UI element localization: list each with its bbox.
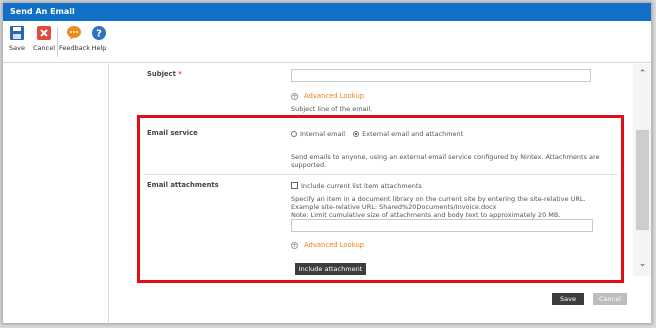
subject-label: Subject *: [147, 70, 182, 78]
ribbon-feedback-label: Feedback: [59, 44, 90, 52]
feedback-icon: [66, 25, 82, 41]
subject-input[interactable]: [291, 69, 591, 82]
footer-save-button[interactable]: Save: [552, 293, 584, 305]
attachment-url-input[interactable]: [291, 219, 593, 232]
checkbox-box[interactable]: [291, 182, 298, 189]
ribbon-feedback-button[interactable]: Feedback: [59, 25, 90, 52]
email-service-label: Email service: [147, 129, 198, 137]
radio-internal-email[interactable]: Internal email: [291, 130, 345, 138]
email-service-desc-2: supported.: [291, 161, 327, 169]
ribbon-cancel-button[interactable]: Cancel: [33, 25, 55, 52]
radio-external-indicator[interactable]: [353, 131, 360, 137]
radio-internal-indicator[interactable]: [291, 131, 297, 137]
required-mark: *: [178, 70, 182, 78]
include-attachment-button[interactable]: Include attachment: [295, 263, 366, 275]
left-panel: [3, 64, 109, 323]
save-icon: [9, 25, 25, 41]
checkbox-label: Include current list item attachments: [301, 182, 422, 190]
plus-circle-icon: +: [291, 242, 298, 249]
email-service-desc-1: Send emails to anyone, using an external…: [291, 153, 600, 161]
subject-advanced-lookup[interactable]: + Advanced Lookup: [291, 92, 364, 100]
radio-external-label: External email and attachment: [362, 130, 464, 138]
email-attachments-label: Email attachments: [147, 181, 219, 189]
footer-cancel-button[interactable]: Cancel: [593, 293, 627, 305]
include-list-attachments-checkbox[interactable]: Include current list item attachments: [291, 182, 422, 191]
help-icon: ?: [91, 25, 107, 41]
chevron-down-icon[interactable]: ⌄: [638, 260, 647, 269]
subject-lookup-label: Advanced Lookup: [304, 92, 365, 100]
radio-internal-label: Internal email: [300, 130, 346, 138]
ribbon-toolbar: Save Cancel Feedback ? Help: [3, 21, 651, 63]
cancel-icon: [36, 25, 52, 41]
email-service-options: Internal email External email and attach…: [291, 130, 463, 139]
plus-circle-icon: +: [291, 93, 298, 100]
section-divider: [143, 174, 618, 175]
subject-label-text: Subject: [147, 70, 176, 78]
ribbon-help-label: Help: [91, 44, 107, 52]
vertical-scrollbar[interactable]: ⌃ ⌄: [633, 64, 651, 276]
radio-external-email[interactable]: External email and attachment: [353, 130, 463, 138]
ribbon-save-label: Save: [9, 44, 25, 52]
attachment-advanced-lookup[interactable]: + Advanced Lookup: [291, 241, 364, 249]
attachment-lookup-label: Advanced Lookup: [304, 241, 365, 249]
dialog-title: Send An Email: [3, 3, 651, 21]
subject-hint: Subject line of the email.: [291, 105, 373, 113]
chevron-up-icon[interactable]: ⌃: [638, 70, 647, 79]
svg-text:?: ?: [96, 29, 102, 40]
ribbon-save-button[interactable]: Save: [9, 25, 25, 52]
ribbon-separator: [57, 27, 58, 57]
scrollbar-thumb[interactable]: [636, 130, 649, 230]
ribbon-help-button[interactable]: ? Help: [91, 25, 107, 52]
ribbon-cancel-label: Cancel: [33, 44, 56, 52]
